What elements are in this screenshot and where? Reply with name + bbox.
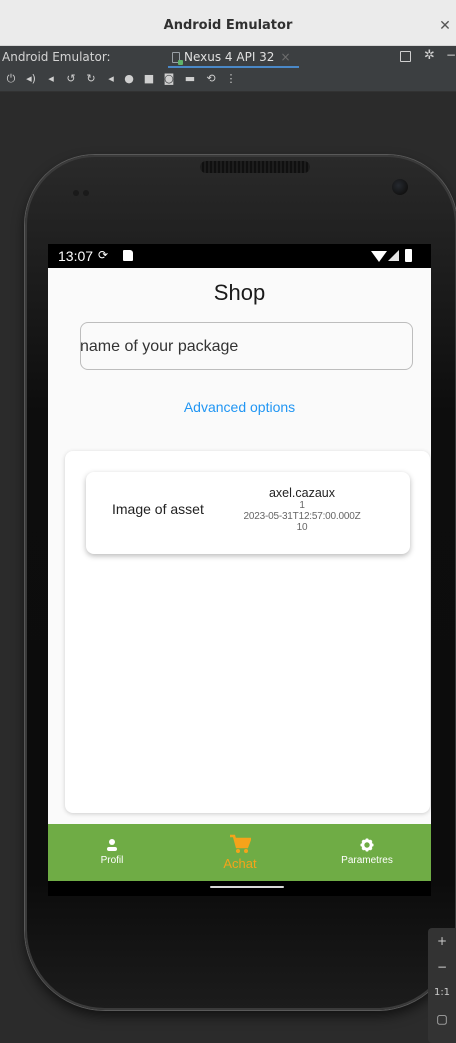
advanced-options-link[interactable]: Advanced options bbox=[48, 399, 431, 415]
volume-up-icon[interactable]: ◂) bbox=[24, 72, 38, 86]
signal-icon bbox=[388, 250, 399, 261]
home-icon[interactable]: ● bbox=[122, 72, 136, 86]
volume-down-icon[interactable]: ◂ bbox=[44, 72, 58, 86]
gear-icon bbox=[360, 838, 374, 852]
device-icon bbox=[172, 52, 183, 65]
snapshot-icon[interactable]: ⟲ bbox=[204, 72, 218, 86]
asset-date: 2023-05-31T12:57:00.000Z bbox=[243, 511, 361, 522]
home-gesture-pill[interactable] bbox=[210, 886, 284, 888]
wifi-icon bbox=[371, 251, 387, 262]
asset-owner: axel.cazaux bbox=[268, 486, 335, 500]
asset-card[interactable]: Image of asset axel.cazaux 1 2023-05-31T… bbox=[86, 472, 410, 554]
package-search-input[interactable] bbox=[80, 338, 400, 356]
device-tab-label: Nexus 4 API 32 bbox=[184, 50, 275, 64]
power-icon[interactable]: ⏻ bbox=[4, 72, 18, 86]
title-bar: Android Emulator ✕ bbox=[0, 0, 456, 46]
sync-icon: ⟳ bbox=[98, 248, 109, 262]
record-icon[interactable]: ▬ bbox=[183, 72, 197, 86]
emulator-window: Android Emulator ✕ Android Emulator: Nex… bbox=[0, 0, 456, 1043]
window-title: Android Emulator bbox=[163, 18, 293, 33]
zoom-one-to-one-button[interactable]: 1:1 bbox=[428, 980, 456, 1006]
cart-icon bbox=[230, 834, 251, 853]
emulator-toolbar: ⏻ ◂) ◂ ↺ ↻ ◂ ● ■ ◙ ▬ ⟲ ⋮ bbox=[0, 68, 456, 92]
minimize-icon[interactable]: − bbox=[446, 48, 456, 62]
person-icon bbox=[107, 839, 117, 851]
phone-screen: 13:07 ⟳ Shop Advanced options Image of a… bbox=[48, 244, 431, 896]
nav-item-achat[interactable]: Achat bbox=[176, 824, 304, 881]
battery-icon bbox=[405, 249, 412, 262]
asset-quantity: 1 bbox=[299, 500, 305, 511]
nav-label-parametres: Parametres bbox=[341, 855, 393, 866]
asset-meta: axel.cazaux 1 2023-05-31T12:57:00.000Z 1… bbox=[222, 486, 382, 533]
status-bar: 13:07 ⟳ bbox=[48, 244, 431, 268]
zoom-out-button[interactable]: − bbox=[428, 954, 456, 980]
overview-icon[interactable]: ■ bbox=[142, 72, 156, 86]
nav-item-profil[interactable]: Profil bbox=[48, 824, 176, 881]
tab-close-icon[interactable]: × bbox=[280, 50, 290, 64]
more-options-icon[interactable]: ⋮ bbox=[224, 72, 238, 86]
nav-label-achat: Achat bbox=[223, 856, 257, 871]
asset-price: 10 bbox=[296, 522, 308, 533]
device-tab[interactable]: Nexus 4 API 32 × bbox=[168, 46, 299, 68]
bottom-navigation: Profil Achat Parametres bbox=[48, 824, 431, 881]
tab-bar-label: Android Emulator: bbox=[2, 50, 111, 64]
package-search-field[interactable] bbox=[80, 322, 413, 370]
nav-label-profil: Profil bbox=[100, 855, 124, 866]
status-time: 13:07 bbox=[58, 248, 94, 264]
sd-card-icon bbox=[123, 250, 133, 261]
back-icon[interactable]: ◂ bbox=[104, 72, 118, 86]
settings-icon[interactable]: ✲ bbox=[424, 48, 435, 63]
tab-bar: Android Emulator: Nexus 4 API 32 × ✲ − bbox=[0, 46, 456, 68]
earpiece bbox=[200, 161, 310, 173]
screenshot-icon[interactable]: ◙ bbox=[162, 72, 176, 86]
gesture-bar bbox=[48, 881, 431, 896]
window-mode-icon[interactable] bbox=[400, 51, 411, 62]
rotate-left-icon[interactable]: ↺ bbox=[64, 72, 78, 86]
close-icon[interactable]: ✕ bbox=[434, 14, 456, 36]
asset-image-placeholder: Image of asset bbox=[112, 501, 204, 517]
fit-screen-icon[interactable]: ▢ bbox=[428, 1006, 456, 1032]
front-camera bbox=[392, 179, 408, 195]
zoom-in-button[interactable]: + bbox=[428, 928, 456, 954]
page-title: Shop bbox=[213, 280, 266, 305]
nav-item-parametres[interactable]: Parametres bbox=[303, 824, 431, 881]
zoom-panel: + − 1:1 ▢ bbox=[428, 928, 456, 1043]
sensor-dots bbox=[73, 183, 103, 196]
rotate-right-icon[interactable]: ↻ bbox=[84, 72, 98, 86]
